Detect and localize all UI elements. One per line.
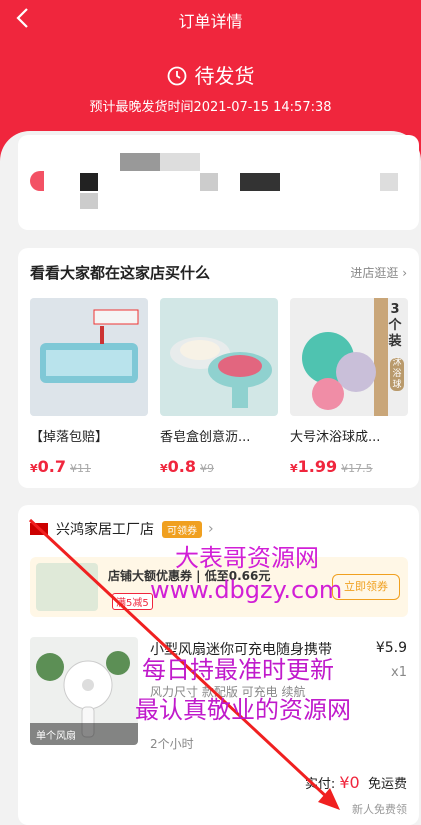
watermark-line: www.dbgzy.com bbox=[150, 576, 343, 604]
watermark-line: 大表哥资源网 bbox=[175, 544, 319, 572]
watermark-line: 每日持最准时更新 bbox=[142, 656, 334, 684]
watermark-line: 最认真敬业的资源网 bbox=[135, 696, 351, 724]
